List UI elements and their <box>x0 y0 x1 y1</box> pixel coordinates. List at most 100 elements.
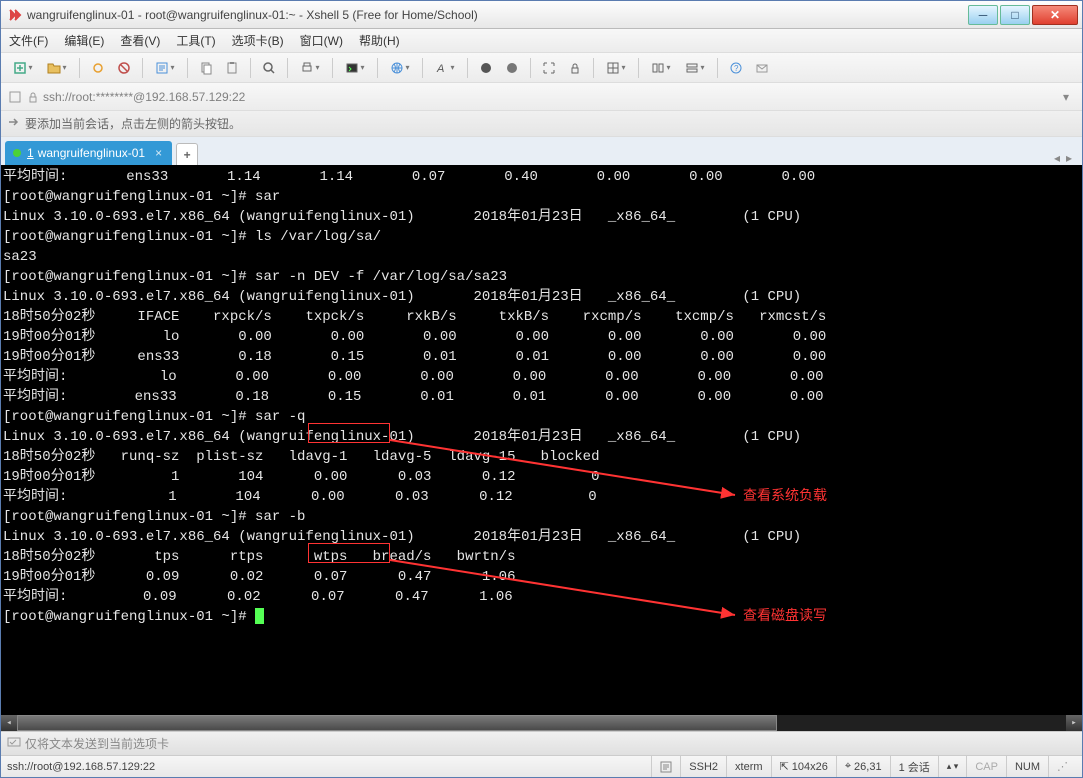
separator <box>717 58 718 78</box>
new-session-button[interactable]: ▾ <box>7 56 39 80</box>
scroll-left-icon[interactable]: ◂ <box>1 715 17 731</box>
menu-help[interactable]: 帮助(H) <box>359 32 400 49</box>
connected-indicator-icon <box>13 149 21 157</box>
menu-tabs[interactable]: 选项卡(B) <box>232 32 284 49</box>
info-bar: 要添加当前会话，点击左侧的箭头按钮。 <box>1 111 1082 137</box>
print-button[interactable]: ▾ <box>294 56 326 80</box>
separator <box>467 58 468 78</box>
menu-view[interactable]: 查看(V) <box>120 32 160 49</box>
menu-file[interactable]: 文件(F) <box>9 32 48 49</box>
find-button[interactable] <box>257 56 281 80</box>
menu-window[interactable]: 窗口(W) <box>300 32 343 49</box>
separator <box>332 58 333 78</box>
color2-button[interactable] <box>500 56 524 80</box>
address-dropdown-icon[interactable]: ▾ <box>1058 89 1074 105</box>
terminal-line: 18时50分02秒 tps rtps wtps bread/s bwrtn/s <box>3 547 1080 567</box>
maximize-button[interactable]: □ <box>1000 5 1030 25</box>
separator <box>287 58 288 78</box>
properties-button[interactable]: ▾ <box>149 56 181 80</box>
terminal-line: 平均时间: ens33 1.14 1.14 0.07 0.40 0.00 0.0… <box>3 167 1080 187</box>
new-tab-button[interactable]: + <box>176 143 198 165</box>
font-button[interactable]: A▾ <box>429 56 461 80</box>
reconnect-button[interactable] <box>86 56 110 80</box>
terminal[interactable]: 平均时间: ens33 1.14 1.14 0.07 0.40 0.00 0.0… <box>1 165 1082 731</box>
scroll-right-icon[interactable]: ▸ <box>1066 715 1082 731</box>
terminal-line: 18时50分02秒 IFACE rxpck/s txpck/s rxkB/s t… <box>3 307 1080 327</box>
web-button[interactable]: ▾ <box>384 56 416 80</box>
color1-button[interactable] <box>474 56 498 80</box>
copy-button[interactable] <box>194 56 218 80</box>
separator <box>250 58 251 78</box>
status-sessions: 1 会话 <box>890 756 938 777</box>
send-bar[interactable]: 仅将文本发送到当前选项卡 <box>1 731 1082 755</box>
tab-bar: 1 wangruifenglinux-01 × + ◂ ▸ <box>1 137 1082 165</box>
terminal-line: sa23 <box>3 247 1080 267</box>
terminal-line: [root@wangruifenglinux-01 ~]# sar <box>3 187 1080 207</box>
separator <box>593 58 594 78</box>
close-button[interactable]: ✕ <box>1032 5 1078 25</box>
svg-text:?: ? <box>734 64 739 73</box>
terminal-line: [root@wangruifenglinux-01 ~]# sar -n DEV… <box>3 267 1080 287</box>
status-terminal-type: xterm <box>726 756 771 777</box>
tile1-button[interactable]: ▾ <box>645 56 677 80</box>
status-bar: ssh://root@192.168.57.129:22 SSH2 xterm … <box>1 755 1082 777</box>
help-button[interactable]: ? <box>724 56 748 80</box>
toolbar: ▾ ▾ ▾ ▾ ▾ ▾ A▾ ▾ ▾ ▾ ? <box>1 53 1082 83</box>
status-sessions-nav[interactable]: ▴ ▾ <box>938 756 967 777</box>
lock-icon <box>25 89 41 105</box>
tab-close-icon[interactable]: × <box>155 146 162 160</box>
status-log-icon[interactable] <box>651 756 680 777</box>
session-tab[interactable]: 1 wangruifenglinux-01 × <box>5 141 172 165</box>
status-num: NUM <box>1006 756 1048 777</box>
compose-button[interactable] <box>750 56 774 80</box>
terminal-line: [root@wangruifenglinux-01 ~]# ls /var/lo… <box>3 227 1080 247</box>
history-icon[interactable] <box>7 89 23 105</box>
terminal-line: 19时00分01秒 lo 0.00 0.00 0.00 0.00 0.00 0.… <box>3 327 1080 347</box>
terminal-line: [root@wangruifenglinux-01 ~]# <box>3 607 1080 627</box>
tab-label: wangruifenglinux-01 <box>38 146 145 160</box>
paste-button[interactable] <box>220 56 244 80</box>
send-text: 仅将文本发送到当前选项卡 <box>25 735 169 752</box>
separator <box>79 58 80 78</box>
tab-next-icon[interactable]: ▸ <box>1066 151 1072 165</box>
terminal-line: 19时00分01秒 0.09 0.02 0.07 0.47 1.06 <box>3 567 1080 587</box>
info-text: 要添加当前会话，点击左侧的箭头按钮。 <box>25 115 241 132</box>
terminal-line: Linux 3.10.0-693.el7.x86_64 (wangruifeng… <box>3 527 1080 547</box>
menu-tools[interactable]: 工具(T) <box>176 32 215 49</box>
status-cap: CAP <box>966 756 1006 777</box>
address-text[interactable]: ssh://root:********@192.168.57.129:22 <box>43 90 1058 104</box>
separator <box>142 58 143 78</box>
disconnect-button[interactable] <box>112 56 136 80</box>
status-size: ⇱104x26 <box>771 756 836 777</box>
app-icon <box>7 7 23 23</box>
status-grip-icon: ⋰ <box>1048 756 1076 777</box>
address-bar: ssh://root:********@192.168.57.129:22 ▾ <box>1 83 1082 111</box>
scroll-thumb[interactable] <box>17 715 777 731</box>
terminal-line: 19时00分01秒 1 104 0.00 0.03 0.12 0 <box>3 467 1080 487</box>
tab-prev-icon[interactable]: ◂ <box>1054 151 1060 165</box>
terminal-line: 平均时间: lo 0.00 0.00 0.00 0.00 0.00 0.00 0… <box>3 367 1080 387</box>
menubar: 文件(F) 编辑(E) 查看(V) 工具(T) 选项卡(B) 窗口(W) 帮助(… <box>1 29 1082 53</box>
arrow-icon[interactable] <box>7 115 21 132</box>
separator <box>377 58 378 78</box>
send-icon <box>7 735 21 752</box>
terminal-line: Linux 3.10.0-693.el7.x86_64 (wangruifeng… <box>3 207 1080 227</box>
open-button[interactable]: ▾ <box>41 56 73 80</box>
fullscreen-button[interactable] <box>537 56 561 80</box>
lock-button[interactable] <box>563 56 587 80</box>
scroll-track[interactable] <box>17 715 1066 731</box>
minimize-button[interactable]: ─ <box>968 5 998 25</box>
menu-edit[interactable]: 编辑(E) <box>64 32 104 49</box>
horizontal-scrollbar[interactable]: ◂ ▸ <box>1 715 1082 731</box>
separator <box>422 58 423 78</box>
layout-button[interactable]: ▾ <box>600 56 632 80</box>
terminal-line: Linux 3.10.0-693.el7.x86_64 (wangruifeng… <box>3 287 1080 307</box>
terminal-line: 19时00分01秒 ens33 0.18 0.15 0.01 0.01 0.00… <box>3 347 1080 367</box>
tile2-button[interactable]: ▾ <box>679 56 711 80</box>
terminal-line: [root@wangruifenglinux-01 ~]# sar -q <box>3 407 1080 427</box>
window-title: wangruifenglinux-01 - root@wangruifengli… <box>27 8 966 22</box>
status-connection: ssh://root@192.168.57.129:22 <box>7 756 651 777</box>
terminal-line: 平均时间: 0.09 0.02 0.07 0.47 1.06 <box>3 587 1080 607</box>
cursor-icon: ⌖ <box>845 760 851 773</box>
terminal-button[interactable]: ▾ <box>339 56 371 80</box>
